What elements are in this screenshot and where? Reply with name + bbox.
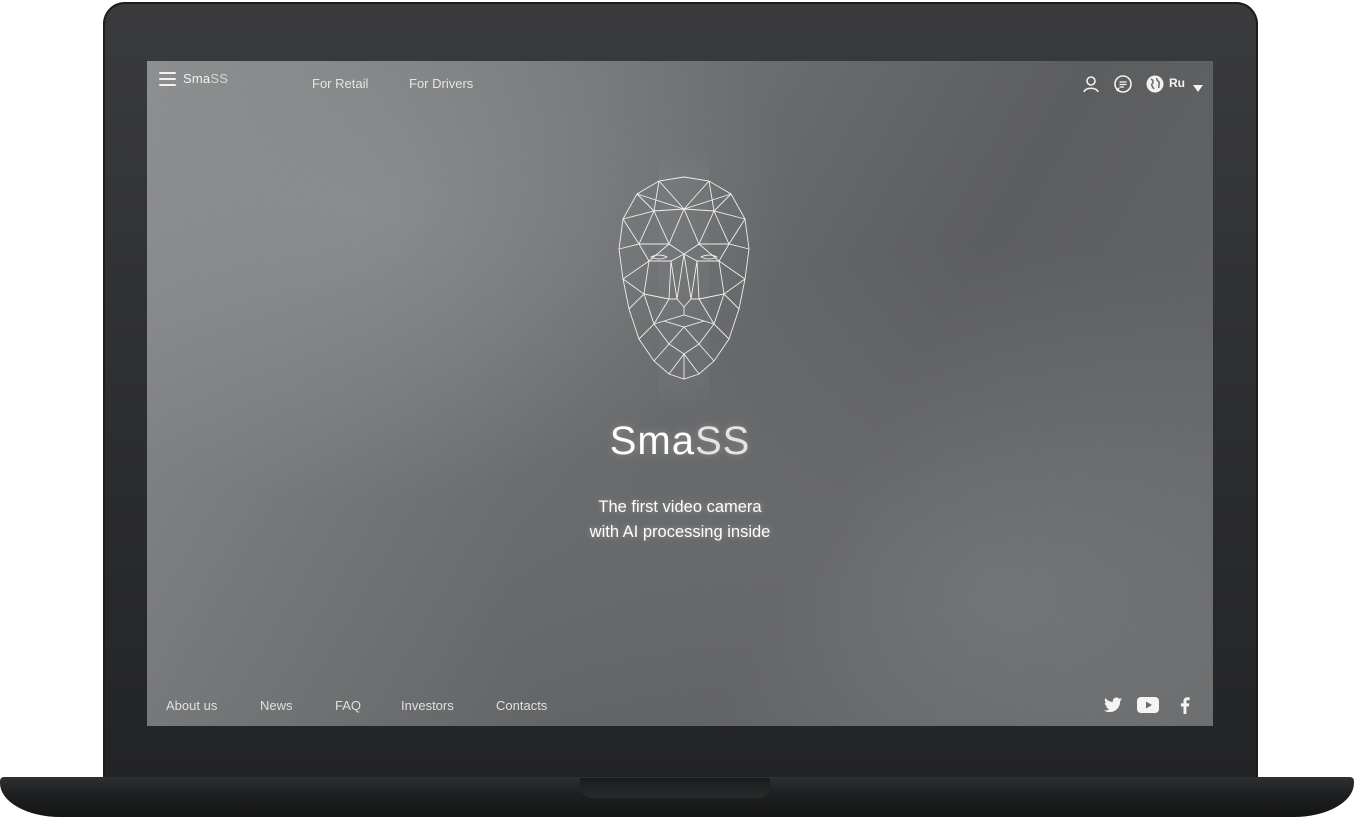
footer-faq[interactable]: FAQ (335, 698, 361, 713)
footer-contacts[interactable]: Contacts (496, 698, 547, 713)
youtube-icon[interactable] (1137, 697, 1159, 718)
footer-investors[interactable]: Investors (401, 698, 454, 713)
hamburger-menu-icon[interactable] (159, 72, 176, 86)
facebook-icon[interactable] (1180, 697, 1190, 719)
laptop-notch (580, 778, 770, 798)
twitter-icon[interactable] (1104, 697, 1122, 718)
nav-for-retail[interactable]: For Retail (312, 76, 368, 91)
wireframe-face-graphic (618, 149, 750, 409)
hero-title-light: SS (694, 419, 751, 463)
user-icon[interactable] (1081, 74, 1101, 94)
language-selector[interactable]: Ru (1169, 76, 1185, 90)
hero-subtitle-line-2: with AI processing inside (589, 523, 771, 541)
top-navigation: SmaSS For Retail For Drivers Ru (147, 61, 1213, 105)
hero-subtitle: The first video camera with AI processin… (147, 495, 1213, 545)
website-screen: SmaSS For Retail For Drivers Ru SmaSS Th… (147, 61, 1213, 726)
hero-title: SmaSS (147, 419, 1213, 464)
hero-title-bold: Sma (609, 419, 695, 463)
brand-logo-light: SS (210, 71, 229, 86)
globe-icon[interactable] (1145, 74, 1165, 94)
brand-logo-bold: Sma (183, 71, 211, 86)
nav-for-drivers[interactable]: For Drivers (409, 76, 473, 91)
hero-subtitle-line-1: The first video camera (598, 498, 762, 516)
brand-logo[interactable]: SmaSS (183, 71, 228, 86)
footer-about-us[interactable]: About us (166, 698, 217, 713)
caret-down-icon[interactable] (1193, 80, 1203, 98)
chat-icon[interactable] (1113, 74, 1133, 94)
footer-news[interactable]: News (260, 698, 293, 713)
